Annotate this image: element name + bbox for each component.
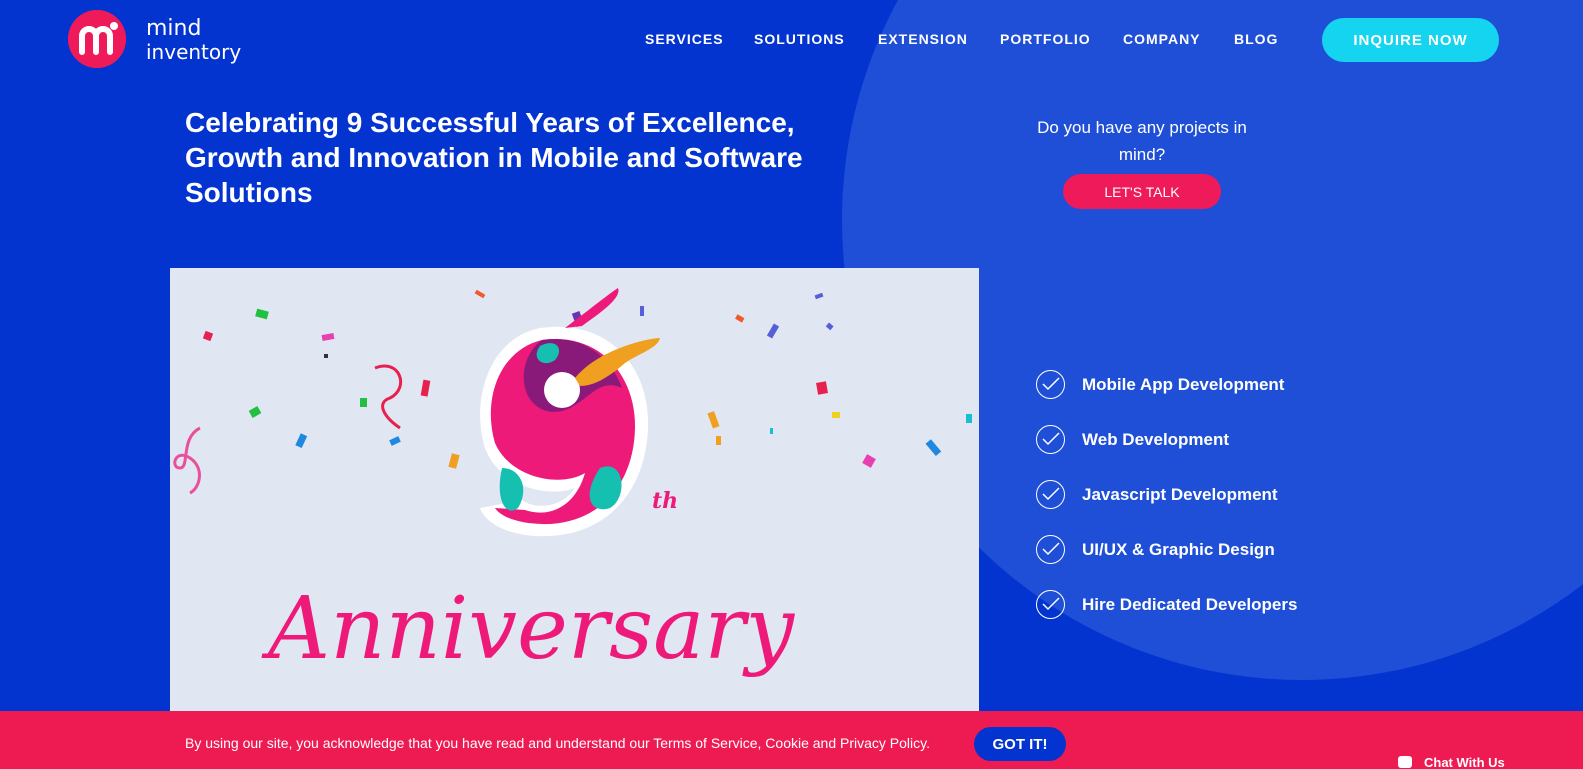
cookie-banner: By using our site, you acknowledge that …	[0, 711, 1583, 769]
check-circle-icon	[1036, 370, 1065, 399]
service-item[interactable]: Javascript Development	[1036, 480, 1336, 512]
logo[interactable]: mind inventory	[68, 10, 242, 70]
chat-label: Chat With Us	[1424, 755, 1505, 769]
check-circle-icon	[1036, 590, 1065, 619]
service-item[interactable]: Web Development	[1036, 425, 1336, 457]
lets-talk-button[interactable]: LET'S TALK	[1063, 174, 1221, 209]
logo-text-mind: mind	[146, 16, 202, 41]
nav-item-solutions[interactable]: SOLUTIONS	[754, 31, 845, 47]
nav-item-services[interactable]: SERVICES	[645, 31, 724, 47]
anniversary-banner: th Anniversary	[170, 268, 979, 728]
anniversary-script: Anniversary	[261, 579, 795, 679]
service-label: UI/UX & Graphic Design	[1082, 540, 1275, 559]
chat-widget[interactable]: Chat With Us	[1380, 749, 1558, 769]
nav-item-company[interactable]: COMPANY	[1123, 31, 1201, 47]
squiggle-decoration	[173, 426, 201, 495]
service-label: Mobile App Development	[1082, 375, 1285, 394]
cookie-notice-text: By using our site, you acknowledge that …	[185, 735, 931, 751]
service-item[interactable]: Mobile App Development	[1036, 370, 1336, 402]
logo-mark-icon	[68, 10, 126, 68]
service-label: Web Development	[1082, 430, 1230, 449]
inquire-now-button[interactable]: INQUIRE NOW	[1322, 18, 1499, 62]
page-headline: Celebrating 9 Successful Years of Excell…	[185, 107, 803, 208]
project-prompt: Do you have any projects in mind?	[1037, 118, 1247, 164]
nav-item-portfolio[interactable]: PORTFOLIO	[1000, 31, 1091, 47]
service-label: Hire Dedicated Developers	[1082, 595, 1298, 614]
ordinal-suffix: th	[652, 488, 678, 514]
logo-text-inventory: inventory	[146, 40, 242, 64]
service-item[interactable]: UI/UX & Graphic Design	[1036, 535, 1336, 567]
chat-bubble-icon	[1398, 756, 1412, 768]
anniversary-illustration: th Anniversary	[173, 288, 972, 679]
service-item[interactable]: Hire Dedicated Developers	[1036, 590, 1336, 622]
service-label: Javascript Development	[1082, 485, 1278, 504]
got-it-button[interactable]: GOT IT!	[974, 727, 1066, 761]
digit-nine-graphic	[480, 288, 660, 537]
check-circle-icon	[1036, 425, 1065, 454]
check-circle-icon	[1036, 480, 1065, 509]
page: mind inventory SERVICES SOLUTIONS EXTENS…	[0, 0, 1583, 769]
nav-item-extension[interactable]: EXTENSION	[878, 31, 968, 47]
nav-item-blog[interactable]: BLOG	[1234, 31, 1278, 47]
check-circle-icon	[1036, 535, 1065, 564]
